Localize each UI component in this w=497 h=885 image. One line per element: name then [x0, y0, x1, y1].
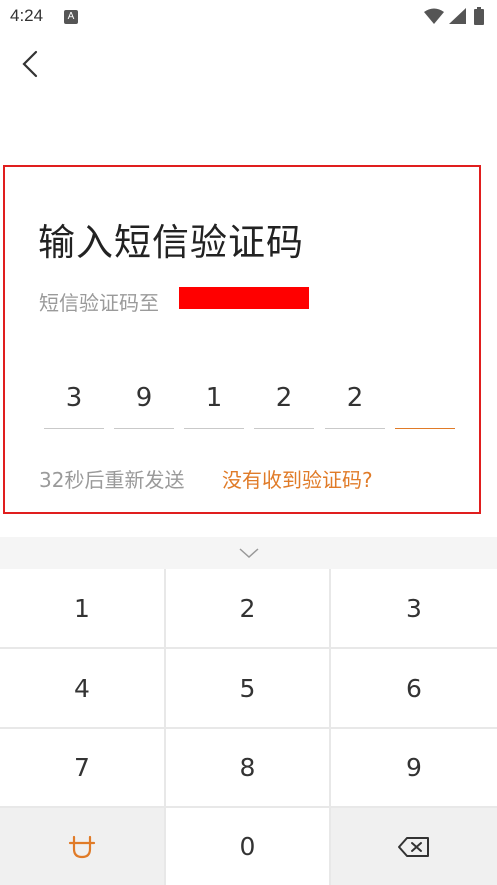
chevron-left-icon — [22, 50, 38, 78]
key-9[interactable]: 9 — [331, 729, 497, 806]
input-method-key[interactable] — [0, 808, 164, 885]
notification-a-icon: A — [64, 10, 78, 24]
status-bar: 4:24 A — [0, 0, 497, 34]
key-2[interactable]: 2 — [166, 569, 329, 647]
key-3[interactable]: 3 — [331, 569, 497, 647]
key-0[interactable]: 0 — [166, 808, 329, 885]
page-title: 输入短信验证码 — [38, 221, 304, 264]
input-method-icon — [68, 835, 96, 858]
code-digit-1[interactable]: 3 — [44, 378, 104, 429]
code-digit-5[interactable]: 2 — [325, 378, 385, 429]
code-digit-2[interactable]: 9 — [114, 378, 174, 429]
key-8[interactable]: 8 — [166, 729, 329, 806]
battery-icon — [474, 7, 484, 25]
no-code-received-link[interactable]: 没有收到验证码? — [222, 464, 373, 493]
sms-sent-to-text: 短信验证码至 — [39, 291, 159, 315]
code-digit-3[interactable]: 1 — [184, 378, 244, 429]
key-4[interactable]: 4 — [0, 649, 164, 727]
code-digit-6[interactable] — [395, 378, 455, 429]
key-1[interactable]: 1 — [0, 569, 164, 647]
chevron-down-icon[interactable] — [238, 545, 260, 561]
resend-countdown: 32秒后重新发送 — [39, 468, 185, 492]
signal-icon — [449, 8, 466, 24]
wifi-icon — [424, 8, 444, 24]
backspace-icon — [398, 836, 429, 857]
numeric-keypad: 1 2 3 4 5 6 7 8 9 0 — [0, 569, 497, 885]
key-7[interactable]: 7 — [0, 729, 164, 806]
status-time: 4:24 — [10, 6, 44, 25]
back-button[interactable] — [10, 44, 50, 84]
key-5[interactable]: 5 — [166, 649, 329, 727]
backspace-key[interactable] — [331, 808, 497, 885]
redacted-phone-number — [179, 287, 309, 309]
code-digit-4[interactable]: 2 — [254, 378, 314, 429]
key-6[interactable]: 6 — [331, 649, 497, 727]
